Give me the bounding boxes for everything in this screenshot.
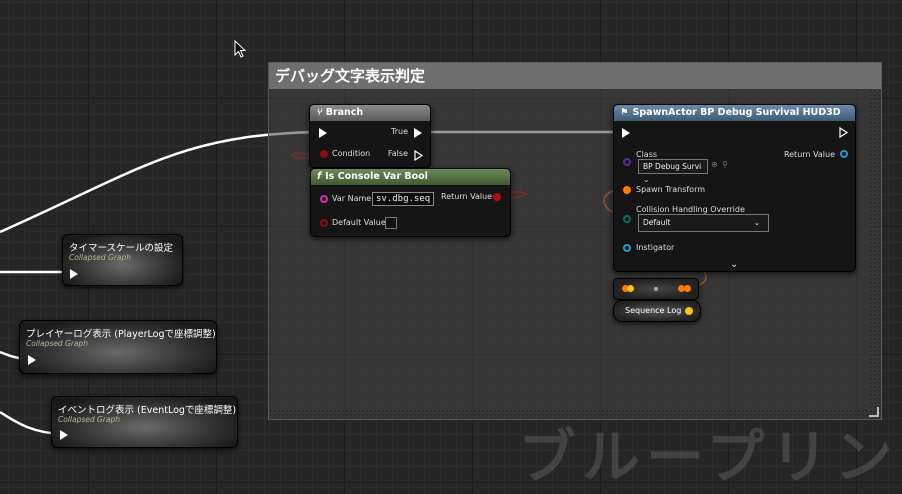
collapsed-exec-in-pin[interactable] <box>28 355 36 365</box>
spawn-actor-node[interactable]: ⚑ SpawnActor BP Debug Survival HUD3D Clas… <box>613 104 856 272</box>
collision-value: Default <box>643 218 671 227</box>
blueprint-watermark: ブループリント <box>518 423 902 491</box>
branch-title: Branch <box>325 107 364 118</box>
branch-condition-pin[interactable] <box>320 150 328 158</box>
collapsed-graph-event-log[interactable]: イベントログ表示 (EventLogで座標調整) Collapsed Graph <box>51 396 238 448</box>
return-value-label: Return Value <box>441 192 493 201</box>
var-name-label: Var Name <box>332 194 372 203</box>
spawn-actor-title: SpawnActor BP Debug Survival HUD3D <box>632 107 841 118</box>
chevron-down-icon: ⌄ <box>643 175 650 184</box>
function-icon: f <box>317 171 322 182</box>
return-value-pin[interactable] <box>493 193 501 201</box>
collapsed-graph-title: タイマースケールの設定 <box>69 243 174 254</box>
collapsed-graph-subtitle: Collapsed Graph <box>69 253 132 262</box>
console-var-title: Is Console Var Bool <box>325 171 428 182</box>
spawn-exec-out-pin[interactable] <box>839 127 848 138</box>
var-name-pin[interactable] <box>320 195 328 203</box>
branch-icon: ⑂ <box>316 107 322 118</box>
spawn-icon: ⚑ <box>620 107 629 118</box>
mini-int-pin[interactable] <box>627 285 634 292</box>
collision-chevron-down-icon: ⌄ <box>753 218 760 227</box>
instigator-pin[interactable] <box>623 244 631 252</box>
var-name-input[interactable]: sv.dbg.seq <box>372 192 435 206</box>
collapsed-graph-subtitle: Collapsed Graph <box>58 415 121 424</box>
collision-dropdown[interactable]: Default ⌄ <box>638 214 769 232</box>
comment-title[interactable]: デバッグ文字表示判定 <box>269 63 881 89</box>
mini-center-dot <box>654 287 658 291</box>
spawn-transform-pin[interactable] <box>623 186 631 194</box>
class-value: BP Debug Survi <box>643 162 702 171</box>
comment-edge <box>869 89 881 419</box>
collapsed-graph-title: プレイヤーログ表示 (PlayerLogで座標調整) <box>26 329 216 340</box>
collapsed-graph-title: イベントログ表示 (EventLogで座標調整) <box>58 405 237 416</box>
console-var-header[interactable]: f Is Console Var Bool <box>311 169 510 185</box>
expand-chevron-icon[interactable]: ⌄ <box>730 259 738 270</box>
branch-false-label: False <box>387 149 408 158</box>
collapsed-exec-in-pin[interactable] <box>60 430 68 440</box>
branch-condition-label: Condition <box>332 149 371 158</box>
default-value-label: Default Value <box>332 218 386 227</box>
mini-struct-out-pin-2[interactable] <box>684 285 691 292</box>
default-value-checkbox[interactable] <box>385 217 397 229</box>
struct-mini-node[interactable] <box>613 278 699 300</box>
sequence-log-label: Sequence Log <box>625 306 682 315</box>
return-value-label-spawn: Return Value <box>783 150 835 159</box>
branch-exec-in-pin[interactable] <box>319 128 327 138</box>
branch-true-pin[interactable] <box>414 128 422 138</box>
default-value-pin[interactable] <box>320 219 328 227</box>
branch-true-label: True <box>391 127 408 136</box>
console-var-node[interactable]: f Is Console Var Bool Var Name sv.dbg.seq… <box>310 168 511 237</box>
spawn-exec-in-pin[interactable] <box>622 128 630 138</box>
collapsed-graph-player-log[interactable]: プレイヤーログ表示 (PlayerLogで座標調整) Collapsed Gra… <box>19 320 217 374</box>
spawn-actor-header[interactable]: ⚑ SpawnActor BP Debug Survival HUD3D <box>614 105 855 121</box>
class-browse-icon[interactable]: ⊕ <box>711 160 718 169</box>
branch-false-pin[interactable] <box>414 150 423 161</box>
sequence-log-node[interactable]: Sequence Log <box>613 300 701 322</box>
collision-label: Collision Handling Override <box>636 205 745 214</box>
class-dropdown[interactable]: BP Debug Survi ⌄ <box>638 159 708 184</box>
mouse-cursor-icon <box>234 40 246 58</box>
spawn-return-pin[interactable] <box>840 150 848 158</box>
collision-pin[interactable] <box>623 215 631 223</box>
search-icon[interactable]: ⚲ <box>722 160 728 169</box>
branch-node[interactable]: ⑂ Branch True Condition False <box>309 104 431 168</box>
collapsed-exec-in-pin[interactable] <box>70 269 78 279</box>
collapsed-graph-subtitle: Collapsed Graph <box>26 339 89 348</box>
instigator-label: Instigator <box>636 243 675 252</box>
class-label: Class <box>636 150 658 159</box>
spawn-transform-label: Spawn Transform <box>636 185 706 194</box>
sequence-log-pin[interactable] <box>685 307 693 315</box>
collapsed-graph-timer[interactable]: タイマースケールの設定 Collapsed Graph <box>62 234 183 286</box>
branch-node-header[interactable]: ⑂ Branch <box>310 105 430 121</box>
class-pin[interactable] <box>623 158 631 166</box>
